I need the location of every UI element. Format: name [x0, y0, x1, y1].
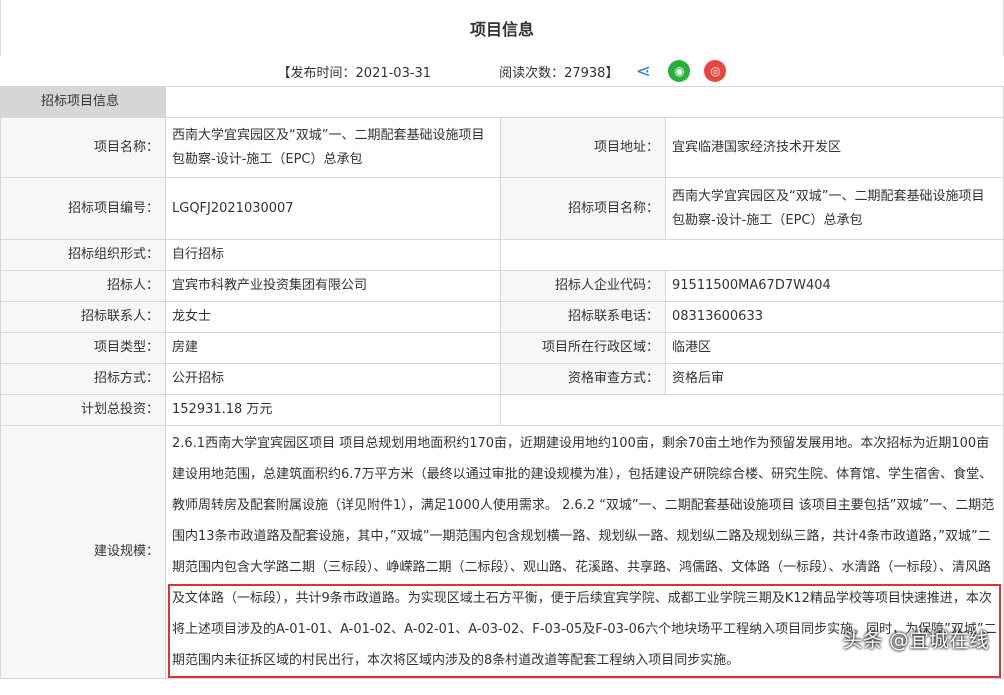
field-value: LGQFJ2021030007 — [166, 178, 501, 240]
table-row: 招标人：宜宾市科教产业投资集团有限公司招标人企业代码：91511500MA67D… — [1, 271, 1004, 302]
field-value: 08313600633 — [666, 302, 1004, 333]
field-label: 招标项目编号： — [1, 178, 166, 240]
field-label: 招标人企业代码： — [501, 271, 666, 302]
field-value: 自行招标 — [166, 240, 501, 271]
meta-bar: 【发布时间：2021-03-31 阅读次数：27938】 ⋖ ◉ ◎ — [0, 56, 1004, 86]
field-value: 西南大学宜宾园区及“双城”一、二期配套基础设施项目包勘察-设计-施工（EPC）总… — [166, 118, 501, 178]
weibo-icon[interactable]: ◎ — [704, 60, 726, 82]
table-row: 项目类型：房建项目所在行政区域：临港区 — [1, 333, 1004, 364]
field-label: 资格审查方式： — [501, 364, 666, 395]
wechat-icon[interactable]: ◉ — [668, 60, 690, 82]
field-value: 91511500MA67D7W404 — [666, 271, 1004, 302]
field-value: 宜宾临港国家经济技术开发区 — [666, 118, 1004, 178]
field-value: 西南大学宜宾园区及“双城”一、二期配套基础设施项目包勘察-设计-施工（EPC）总… — [666, 178, 1004, 240]
page-title: 项目信息 — [0, 0, 1004, 56]
field-value: 152931.18 万元 — [166, 395, 501, 426]
field-label: 项目名称： — [1, 118, 166, 178]
table-row: 计划总投资：152931.18 万元 — [1, 395, 1004, 426]
field-label: 项目所在行政区域： — [501, 333, 666, 364]
field-value: 公开招标 — [166, 364, 501, 395]
share-icon[interactable]: ⋖ — [632, 60, 654, 82]
read-count: 阅读次数：27938】 — [499, 62, 618, 81]
field-label: 计划总投资： — [1, 395, 166, 426]
table-row: 项目名称：西南大学宜宾园区及“双城”一、二期配套基础设施项目包勘察-设计-施工（… — [1, 118, 1004, 178]
field-value: 临港区 — [666, 333, 1004, 364]
field-label: 招标方式： — [1, 364, 166, 395]
table-row: 招标联系人：龙女士招标联系电话：08313600633 — [1, 302, 1004, 333]
table-row: 招标项目编号：LGQFJ2021030007招标项目名称：西南大学宜宾园区及“双… — [1, 178, 1004, 240]
field-label: 招标联系人： — [1, 302, 166, 333]
project-info-table: 招标项目信息 项目名称：西南大学宜宾园区及“双城”一、二期配套基础设施项目包勘察… — [0, 86, 1004, 679]
watermark: 头条 @宜城在线 — [843, 625, 989, 656]
scale-label: 建设规模： — [1, 426, 166, 679]
field-label: 项目地址： — [501, 118, 666, 178]
field-label: 项目类型： — [1, 333, 166, 364]
field-label: 招标项目名称： — [501, 178, 666, 240]
table-row: 招标组织形式：自行招标 — [1, 240, 1004, 271]
field-value: 资格后审 — [666, 364, 1004, 395]
table-row: 招标方式：公开招标资格审查方式：资格后审 — [1, 364, 1004, 395]
field-value: 房建 — [166, 333, 501, 364]
field-value: 宜宾市科教产业投资集团有限公司 — [166, 271, 501, 302]
section-header: 招标项目信息 — [1, 87, 166, 118]
field-label: 招标联系电话： — [501, 302, 666, 333]
field-label: 招标人： — [1, 271, 166, 302]
scale-text-cell: 2.6.1西南大学宜宾园区项目 项目总规划用地面积约170亩，近期建设用地约10… — [166, 426, 1004, 679]
field-label: 招标组织形式： — [1, 240, 166, 271]
publish-date: 【发布时间：2021-03-31 — [278, 62, 432, 81]
field-value: 龙女士 — [166, 302, 501, 333]
